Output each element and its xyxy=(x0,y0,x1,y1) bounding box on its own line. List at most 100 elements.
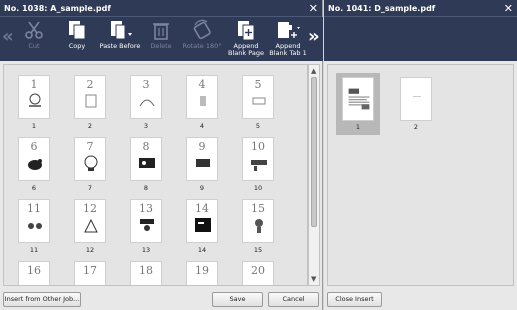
page-thumbnail-grid: 1 1 2 2 3 3 4 4 5 5 6 6 7 7 8 8 9 9 10 10 11 11 12 12 13 13 14 14 15… xyxy=(3,64,308,286)
scissors-icon xyxy=(25,21,43,39)
page-number-label: 2 xyxy=(413,123,419,131)
page-corner-number: 16 xyxy=(27,264,41,277)
page-illustration-icon xyxy=(84,218,98,233)
page-thumbnail[interactable]: 7 xyxy=(74,137,106,181)
page-thumbnail xyxy=(342,77,374,121)
vertical-scrollbar[interactable]: ▲ ▼ xyxy=(308,64,320,286)
page-corner-number: 19 xyxy=(195,264,209,277)
page-thumbnail[interactable]: 20 xyxy=(242,261,274,285)
append-blank-page-label: Append Blank Page xyxy=(228,42,264,57)
page-thumbnail xyxy=(400,77,432,121)
page-illustration-icon xyxy=(200,96,206,106)
page-illustration-icon xyxy=(29,93,41,107)
page-thumbnail[interactable]: 1 xyxy=(18,75,50,119)
left-job-title: No. 1038: A_sample.pdf xyxy=(4,4,111,13)
scrollbar-thumb[interactable] xyxy=(311,77,317,227)
page-number-label: 4 xyxy=(199,122,205,130)
insert-thumbnail-area: 1 2 xyxy=(327,64,514,286)
page-number-label: 11 xyxy=(29,246,39,254)
scroll-up-icon[interactable]: ▲ xyxy=(311,67,316,75)
page-thumbnail[interactable]: 8 xyxy=(130,137,162,181)
rotate-label: Rotate 180° xyxy=(182,42,222,50)
add-tab-icon xyxy=(278,22,300,38)
page-number-label: 3 xyxy=(143,122,149,130)
page-number-label: 9 xyxy=(199,184,205,192)
page-corner-number: 10 xyxy=(251,140,265,153)
page-corner-number: 3 xyxy=(142,78,150,91)
page-thumbnail[interactable]: 5 xyxy=(242,75,274,119)
append-blank-tab-button[interactable]: Append Blank Tab 1 xyxy=(268,19,308,59)
cut-button[interactable]: Cut xyxy=(14,19,54,59)
page-corner-number: 1 xyxy=(30,78,38,91)
page-number-label: 10 xyxy=(253,184,263,192)
page-corner-number: 9 xyxy=(198,140,206,153)
page-number-label: 1 xyxy=(31,122,37,130)
close-icon[interactable]: ✕ xyxy=(504,0,513,17)
page-thumbnail[interactable]: 18 xyxy=(130,261,162,285)
page-thumbnail[interactable]: 12 xyxy=(74,199,106,243)
page-thumbnail[interactable]: 19 xyxy=(186,261,218,285)
page-thumbnail[interactable]: 17 xyxy=(74,261,106,285)
copy-icon xyxy=(69,21,86,40)
page-thumbnail[interactable]: 15 xyxy=(242,199,274,243)
page-corner-number: 20 xyxy=(251,264,265,277)
paste-before-button[interactable]: Paste Before xyxy=(98,19,142,59)
right-title-bar: No. 1041: D_sample.pdf ✕ xyxy=(324,0,517,17)
left-job-panel: No. 1038: A_sample.pdf ✕ « Cut Copy Past… xyxy=(0,0,323,310)
page-thumbnail[interactable]: 16 xyxy=(18,261,50,285)
page-thumbnail[interactable]: 9 xyxy=(186,137,218,181)
page-thumbnail[interactable]: 6 xyxy=(18,137,50,181)
paste-icon xyxy=(111,21,132,40)
scroll-down-icon[interactable]: ▼ xyxy=(311,275,316,283)
left-bottom-bar: Insert from Other Job... Save Cancel xyxy=(0,289,323,310)
save-button[interactable]: Save xyxy=(212,292,263,307)
left-title-bar: No. 1038: A_sample.pdf ✕ xyxy=(0,0,322,17)
page-number-label: 7 xyxy=(87,184,93,192)
page-thumbnail[interactable]: 13 xyxy=(130,199,162,243)
add-page-icon xyxy=(238,21,255,41)
append-blank-page-button[interactable]: Append Blank Page xyxy=(226,19,266,59)
cut-label: Cut xyxy=(28,42,40,50)
cancel-button[interactable]: Cancel xyxy=(268,292,319,307)
page-illustration-icon xyxy=(28,159,42,170)
page-thumbnail[interactable]: 4 xyxy=(186,75,218,119)
page-number-label: 12 xyxy=(85,246,95,254)
rotate-icon xyxy=(193,19,211,40)
page-number-label: 2 xyxy=(87,122,93,130)
page-thumbnail[interactable]: 11 xyxy=(18,199,50,243)
delete-button[interactable]: Delete xyxy=(144,19,178,59)
page-corner-number: 6 xyxy=(30,140,38,153)
scroll-left-icon[interactable]: « xyxy=(2,27,14,47)
page-corner-number: 18 xyxy=(139,264,153,277)
close-icon[interactable]: ✕ xyxy=(309,0,318,17)
close-insert-button[interactable]: Close Insert xyxy=(327,292,382,307)
page-illustration-icon xyxy=(140,219,154,231)
insert-page-2[interactable]: 2 xyxy=(394,73,438,135)
page-number-label: 8 xyxy=(143,184,149,192)
edit-toolbar: « Cut Copy Paste Before Delete Rotate 18… xyxy=(0,17,323,61)
insert-page-1[interactable]: 1 xyxy=(336,73,380,135)
scroll-right-icon[interactable]: » xyxy=(308,27,320,47)
rotate-button[interactable]: Rotate 180° xyxy=(180,19,224,59)
right-bottom-bar: Close Insert xyxy=(324,289,517,310)
page-thumbnail[interactable]: 2 xyxy=(74,75,106,119)
insert-from-other-job-button[interactable]: Insert from Other Job... xyxy=(3,292,81,307)
document-text-icon xyxy=(348,88,370,110)
page-illustration-icon xyxy=(195,218,211,232)
page-number-label: 13 xyxy=(141,246,151,254)
page-thumbnail[interactable]: 10 xyxy=(242,137,274,181)
page-number-label: 5 xyxy=(255,122,261,130)
page-corner-number: 2 xyxy=(86,78,94,91)
page-number-label: 15 xyxy=(253,246,263,254)
copy-label: Copy xyxy=(68,42,86,50)
page-illustration-icon xyxy=(28,223,42,229)
trash-icon xyxy=(153,23,169,40)
page-corner-number: 17 xyxy=(83,264,97,277)
page-thumbnail[interactable]: 14 xyxy=(186,199,218,243)
page-illustration-icon xyxy=(139,158,155,168)
page-illustration-icon xyxy=(255,219,263,233)
page-thumbnail[interactable]: 3 xyxy=(130,75,162,119)
copy-button[interactable]: Copy xyxy=(58,19,96,59)
page-illustration-icon xyxy=(84,155,98,171)
page-corner-number: 4 xyxy=(198,78,206,91)
